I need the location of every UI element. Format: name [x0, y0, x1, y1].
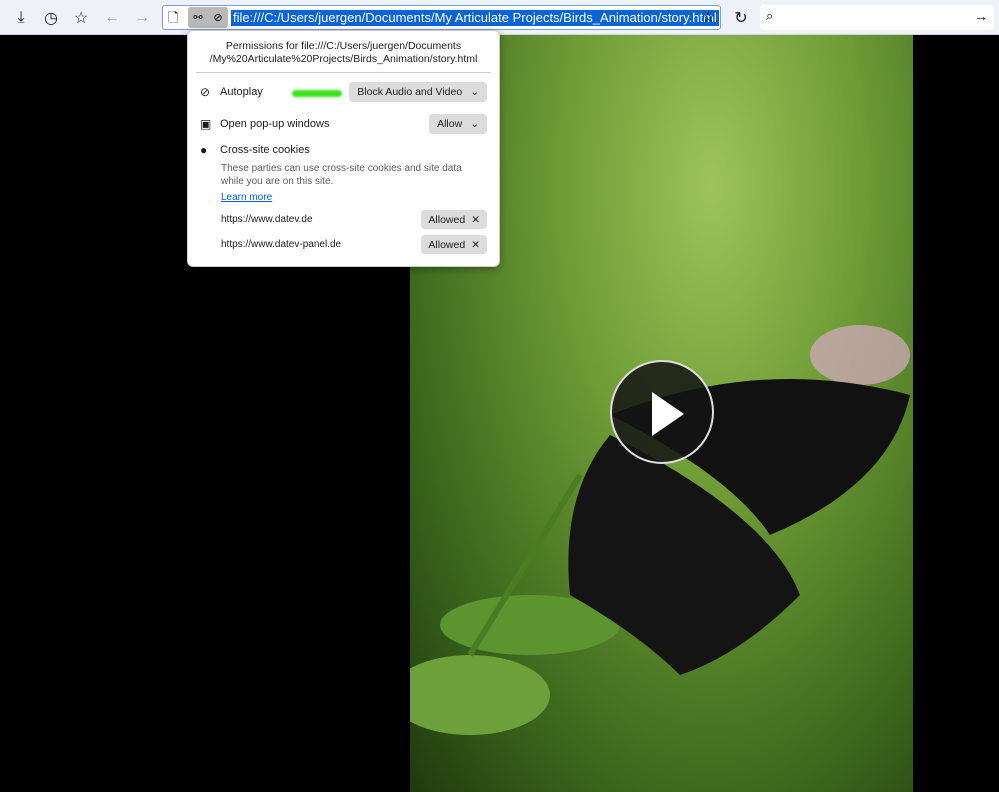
autoplay-icon: ⊘ — [200, 85, 211, 99]
site-status: Allowed — [428, 238, 466, 251]
autoplay-value: Block Audio and Video — [357, 86, 463, 98]
cookie-icon: ● — [200, 143, 208, 157]
site-url: https://www.datev-panel.de — [221, 239, 342, 250]
autoplay-label: Autoplay — [220, 86, 263, 98]
permissions-icon: ⚯ — [193, 12, 203, 24]
divider — [196, 72, 491, 73]
site-allowed-button[interactable]: Allowed ✕ — [421, 210, 487, 229]
search-icon: ⌕ — [766, 8, 774, 23]
back-icon[interactable]: ← — [100, 6, 124, 30]
cookies-description: These parties can use cross-site cookies… — [221, 163, 462, 187]
popups-label: Open pop-up windows — [220, 118, 330, 130]
close-icon[interactable]: ✕ — [471, 239, 480, 251]
popup-window-icon: ▣ — [200, 117, 212, 131]
highlight-mark — [292, 90, 342, 97]
cookies-label: Cross-site cookies — [220, 144, 310, 156]
play-button[interactable] — [610, 360, 714, 464]
autoplay-select[interactable]: Block Audio and Video ⌄ — [349, 82, 487, 102]
url-text[interactable]: file:///C:/Users/juergen/Documents/My Ar… — [231, 10, 719, 26]
permissions-button[interactable]: ⚯ ⊘ — [188, 7, 228, 28]
bookmark-star-icon[interactable]: ☆ — [702, 8, 715, 26]
history-icon[interactable]: ◷ — [39, 6, 63, 30]
autoplay-blocked-icon: ⊘ — [213, 12, 223, 24]
title-line: /My%20Articulate%20Projects/Birds_Animat… — [209, 53, 478, 65]
bookmarks-icon[interactable]: ☆ — [69, 6, 93, 30]
site-allowed-button[interactable]: Allowed ✕ — [421, 235, 487, 254]
go-arrow-icon[interactable]: → — [974, 8, 988, 24]
popup-title: Permissions for file:///C:/Users/juergen… — [188, 31, 499, 66]
url-bar[interactable]: 🗋 ⚯ ⊘ file:///C:/Users/juergen/Documents/… — [162, 5, 721, 30]
site-status: Allowed — [428, 213, 466, 226]
site-url: https://www.datev.de — [221, 214, 313, 225]
cookies-row: ● Cross-site cookies — [200, 142, 487, 158]
search-input[interactable]: ⌕ → — [760, 5, 994, 30]
forward-icon[interactable]: → — [130, 6, 154, 30]
chevron-down-icon: ⌄ — [470, 86, 479, 98]
close-icon[interactable]: ✕ — [471, 214, 480, 226]
popups-row: ▣ Open pop-up windows Allow ⌄ — [200, 114, 487, 134]
popups-select[interactable]: Allow ⌄ — [429, 114, 487, 134]
popups-value: Allow — [437, 118, 463, 130]
reload-icon[interactable]: ↻ — [729, 6, 753, 30]
downloads-icon[interactable]: ⤓ — [9, 6, 33, 30]
title-line: Permissions for file:///C:/Users/juergen… — [225, 40, 462, 52]
browser-toolbar: ⤓ ◷ ☆ ← → 🗋 ⚯ ⊘ file:///C:/Users/juergen/… — [0, 0, 999, 35]
autoplay-row: ⊘ Autoplay Block Audio and Video ⌄ — [200, 82, 487, 102]
learn-more-link[interactable]: Learn more — [221, 192, 272, 203]
chevron-down-icon: ⌄ — [470, 118, 479, 130]
permissions-popup: Permissions for file:///C:/Users/juergen… — [187, 30, 500, 267]
page-icon: 🗋 — [168, 10, 179, 25]
